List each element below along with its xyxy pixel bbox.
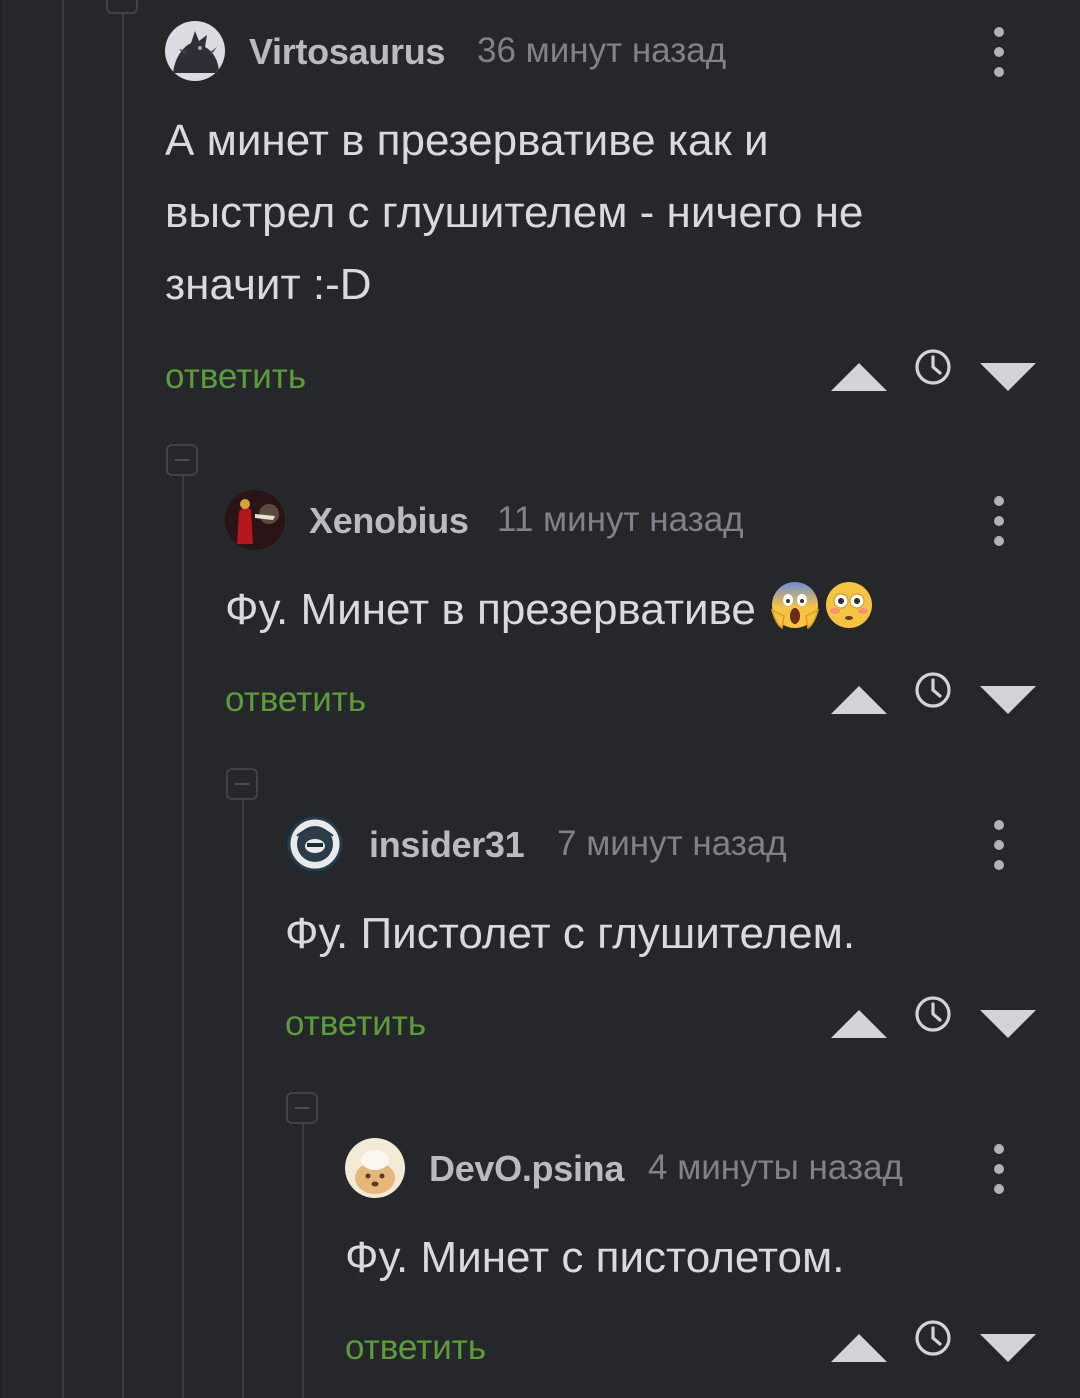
screaming-face-emoji-icon bbox=[768, 578, 822, 654]
comment-text-content: Фу. Минет в презервативе bbox=[225, 585, 756, 634]
collapse-toggle-xenobius[interactable] bbox=[226, 768, 258, 800]
reply-link[interactable]: ответить bbox=[345, 1328, 486, 1368]
thread-line-level-3 bbox=[242, 800, 244, 1398]
username[interactable]: Virtosaurus bbox=[249, 31, 445, 73]
comment-text: Фу. Минет в презервативе bbox=[225, 574, 876, 654]
upvote-arrow-icon[interactable] bbox=[831, 363, 887, 391]
downvote-arrow-icon[interactable] bbox=[980, 1010, 1036, 1038]
thread-line-level-1 bbox=[122, 0, 124, 1398]
clock-icon[interactable] bbox=[913, 670, 953, 710]
reply-link[interactable]: ответить bbox=[225, 680, 366, 720]
reply-link[interactable]: ответить bbox=[165, 357, 306, 397]
timestamp: 36 минут назад bbox=[477, 31, 727, 70]
thread-line-level-4 bbox=[302, 1124, 304, 1398]
thread-line-level-0 bbox=[62, 0, 64, 1398]
clock-icon[interactable] bbox=[913, 347, 953, 387]
clock-icon[interactable] bbox=[913, 1318, 953, 1358]
comment-text-line: значит :-D bbox=[165, 260, 372, 309]
clock-icon[interactable] bbox=[913, 994, 953, 1034]
upvote-arrow-icon[interactable] bbox=[831, 1010, 887, 1038]
reply-link[interactable]: ответить bbox=[285, 1004, 426, 1044]
more-options-icon[interactable] bbox=[989, 25, 1009, 79]
timestamp: 7 минут назад bbox=[557, 824, 787, 863]
more-options-icon[interactable] bbox=[989, 1142, 1009, 1196]
comment-text: Фу. Минет с пистолетом. bbox=[345, 1233, 845, 1282]
upvote-arrow-icon[interactable] bbox=[831, 1334, 887, 1362]
collapse-toggle-insider31[interactable] bbox=[286, 1092, 318, 1124]
comment-text-line: выстрел с глушителем - ничего не bbox=[165, 188, 864, 237]
red-figure-avatar-icon[interactable] bbox=[225, 490, 285, 550]
comment-text-line: А минет в презервативе как и bbox=[165, 116, 769, 165]
comment-virtosaurus: Virtosaurus 36 минут назад А минет в пре… bbox=[165, 21, 1080, 421]
comment-text: Фу. Пистолет с глушителем. bbox=[285, 909, 856, 958]
dragon-avatar-icon[interactable] bbox=[165, 21, 225, 81]
thread-line-level-2 bbox=[182, 476, 184, 1398]
downvote-arrow-icon[interactable] bbox=[980, 363, 1036, 391]
comment-xenobius: Xenobius 11 минут назад Фу. Минет в през… bbox=[225, 490, 1080, 730]
thread-line-outer bbox=[0, 0, 2, 1398]
more-options-icon[interactable] bbox=[989, 818, 1009, 872]
username[interactable]: insider31 bbox=[369, 824, 525, 866]
dog-avatar-icon[interactable] bbox=[345, 1138, 405, 1198]
upvote-arrow-icon[interactable] bbox=[831, 686, 887, 714]
flushed-face-emoji-icon bbox=[822, 578, 876, 654]
comment-text: А минет в презервативе как и выстрел с г… bbox=[165, 105, 863, 321]
comment-devo-psina: DevO.psina 4 минуты назад Фу. Минет с пи… bbox=[345, 1138, 1080, 1378]
league-badge-avatar-icon[interactable] bbox=[285, 814, 345, 874]
downvote-arrow-icon[interactable] bbox=[980, 1334, 1036, 1362]
username[interactable]: Xenobius bbox=[309, 500, 469, 542]
timestamp: 4 минуты назад bbox=[648, 1148, 903, 1187]
more-options-icon[interactable] bbox=[989, 494, 1009, 548]
collapse-toggle-root[interactable] bbox=[106, 0, 138, 14]
timestamp: 11 минут назад bbox=[497, 500, 744, 539]
username[interactable]: DevO.psina bbox=[429, 1148, 624, 1190]
downvote-arrow-icon[interactable] bbox=[980, 686, 1036, 714]
comment-insider31: insider31 7 минут назад Фу. Пистолет с г… bbox=[285, 814, 1080, 1054]
collapse-toggle-virtosaurus[interactable] bbox=[166, 444, 198, 476]
